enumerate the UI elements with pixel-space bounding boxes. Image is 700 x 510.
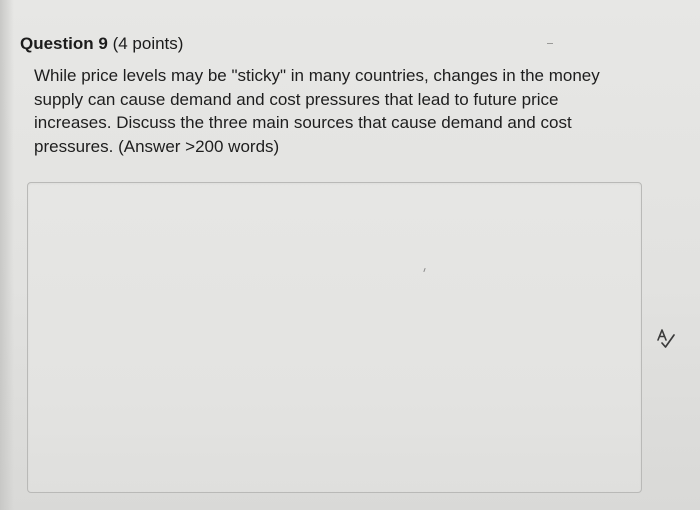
page-edge-shadow bbox=[0, 0, 14, 510]
question-prompt: While price levels may be "sticky" in ma… bbox=[34, 64, 674, 158]
answer-textarea[interactable] bbox=[27, 182, 642, 493]
question-points: (4 points) bbox=[107, 34, 184, 53]
prompt-line: While price levels may be "sticky" in ma… bbox=[34, 66, 600, 85]
prompt-line: increases. Discuss the three main source… bbox=[34, 113, 572, 132]
quiz-page: Question 9 (4 points) While price levels… bbox=[0, 0, 700, 510]
spellcheck-icon[interactable] bbox=[655, 328, 679, 350]
collapse-icon[interactable] bbox=[547, 43, 553, 44]
prompt-line: supply can cause demand and cost pressur… bbox=[34, 89, 559, 109]
question-header: Question 9 (4 points) bbox=[20, 34, 183, 54]
prompt-line: pressures. (Answer >200 words) bbox=[34, 136, 280, 156]
question-title: Question 9 bbox=[20, 34, 108, 53]
